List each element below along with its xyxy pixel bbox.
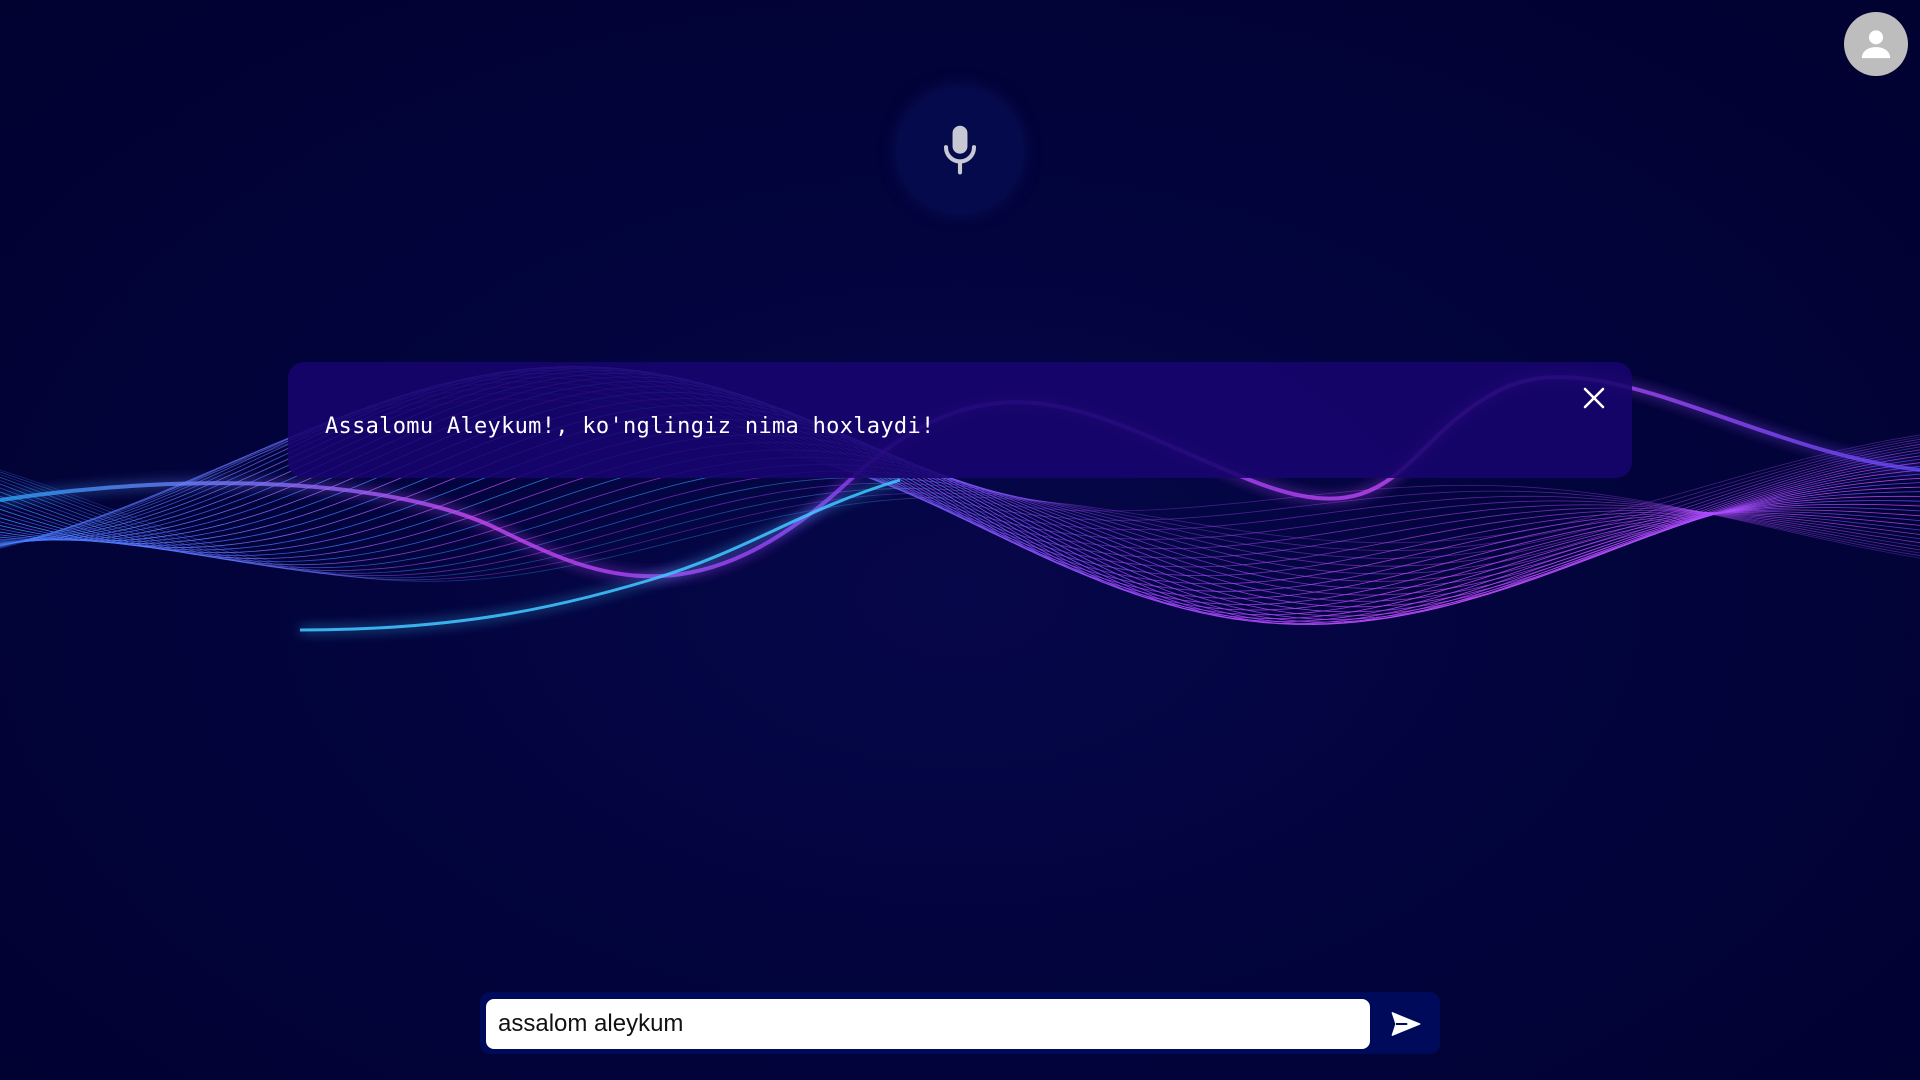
chat-input-bar: [480, 992, 1440, 1054]
voice-assistant-screen: Assalomu Aleykum!, ko'nglingiz nima hoxl…: [0, 0, 1920, 1080]
close-icon: [1583, 387, 1605, 409]
assistant-message-text: Assalomu Aleykum!, ko'nglingiz nima hoxl…: [325, 414, 935, 439]
assistant-message-card: Assalomu Aleykum!, ko'nglingiz nima hoxl…: [288, 362, 1632, 478]
send-icon: [1391, 1012, 1421, 1036]
close-message-button[interactable]: [1576, 380, 1612, 416]
microphone-icon: [943, 125, 977, 175]
user-avatar-button[interactable]: [1844, 12, 1908, 76]
chat-text-input[interactable]: [486, 999, 1370, 1049]
microphone-button[interactable]: [898, 88, 1022, 212]
wave-highlight-blue: [299, 478, 901, 632]
user-avatar-icon: [1861, 30, 1891, 59]
send-button[interactable]: [1382, 1001, 1430, 1047]
